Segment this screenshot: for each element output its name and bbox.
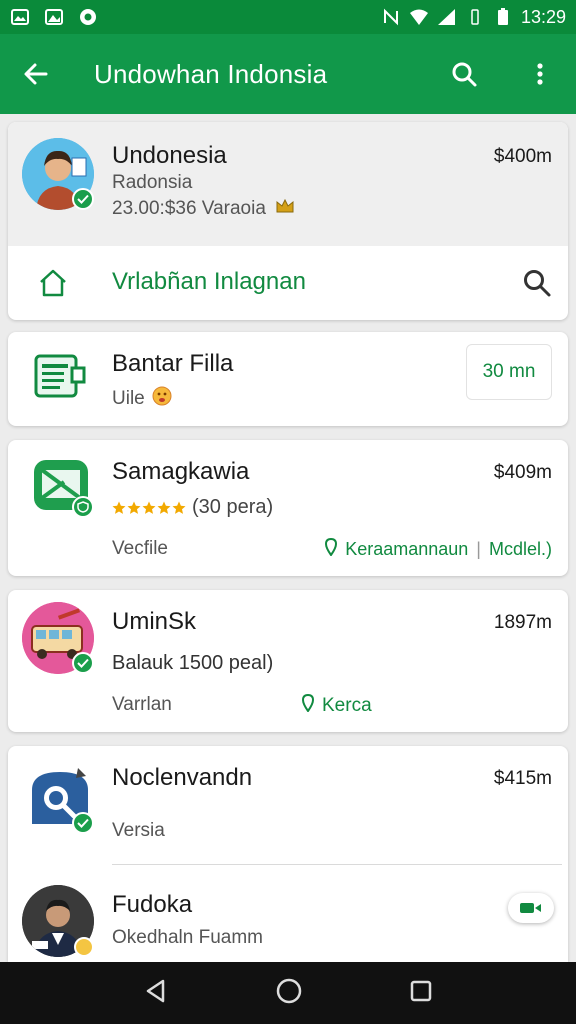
list-group-card: Noclenvandn $415m Versia Fudoka Okedhaln…: [8, 746, 568, 962]
item-footer-left: Vecfile: [112, 538, 168, 559]
item-title: Samagkawia: [112, 458, 250, 485]
item-link-secondary[interactable]: Mcdlel.): [489, 539, 552, 560]
star-icon: [142, 501, 156, 514]
video-icon[interactable]: [508, 893, 554, 923]
home-icon[interactable]: [38, 268, 68, 303]
rating-count: (30 pera): [192, 496, 274, 518]
search-row-label: Vrlabñan Inlagnan: [112, 268, 306, 295]
back-triangle-icon[interactable]: [143, 978, 169, 1009]
star-icon: [127, 501, 141, 514]
nfc-icon: [381, 8, 401, 26]
item-link[interactable]: Keraamannaun: [345, 539, 468, 560]
item-subtitle: Okedhaln Fuamm: [112, 927, 264, 948]
item-subtitle: Balauk 1500 peal): [112, 652, 274, 674]
signal-icon: [437, 8, 457, 26]
battery-icon: [493, 8, 513, 26]
status-time: 13:29: [520, 6, 566, 27]
item-link[interactable]: Kerca: [322, 695, 372, 717]
location-pin-icon: [325, 537, 338, 561]
crown-icon: [275, 198, 295, 220]
duration-badge[interactable]: 30 mn: [466, 344, 552, 400]
footer-separator: |: [476, 539, 481, 559]
app-bar: Undowhan Indonsia: [0, 34, 576, 114]
image-icon: [44, 8, 64, 26]
item-subtitle: Uile: [112, 386, 172, 412]
profile-card[interactable]: Undonesia $400m Radonsia 23.00:$36 Varao…: [8, 122, 568, 320]
location-pin-icon: [301, 693, 315, 718]
item-title: Noclenvandn: [112, 764, 253, 791]
search-icon[interactable]: [522, 268, 552, 303]
verified-check-icon: [72, 812, 94, 834]
item-title: UminSk: [112, 608, 197, 635]
rating-row: (30 pera): [112, 496, 273, 519]
profile-detail: 23.00:$36 Varaoia: [112, 198, 295, 220]
system-nav-bar: [0, 962, 576, 1024]
search-icon[interactable]: [446, 56, 482, 92]
status-dot-icon: [74, 937, 94, 957]
item-price: $415m: [493, 768, 552, 789]
item-price: 1897m: [493, 612, 552, 633]
gallery-icon: [10, 8, 30, 26]
list-item[interactable]: Fudoka Okedhaln Fuamm: [8, 865, 568, 962]
duration-badge-label: 30 mn: [482, 361, 536, 382]
item-footer-right: Keraamannaun | Mcdlel.): [325, 537, 552, 561]
item-subtitle: Versia: [112, 820, 165, 841]
verified-check-icon: [72, 188, 94, 210]
star-icon: [112, 501, 126, 514]
record-icon: [78, 8, 98, 26]
star-icon: [172, 501, 186, 514]
document-icon: [32, 352, 88, 405]
page-title: Undowhan Indonsia: [94, 58, 328, 89]
profile-name: Undonesia: [112, 142, 227, 169]
more-vert-icon[interactable]: [522, 56, 558, 92]
recents-square-icon[interactable]: [409, 979, 433, 1008]
status-bar: 13:29: [0, 0, 576, 34]
verified-check-icon: [72, 652, 94, 674]
item-footer-link-group[interactable]: Kerca: [301, 693, 372, 718]
item-title: Fudoka: [112, 891, 193, 918]
list-item[interactable]: Noclenvandn $415m Versia: [8, 746, 568, 864]
list-item[interactable]: UminSk 1897m Balauk 1500 peal) Varrlan K…: [8, 590, 568, 732]
back-arrow-icon[interactable]: [18, 56, 54, 92]
list-item[interactable]: Samagkawia $409m (30 pera) Vecfile Keraa…: [8, 440, 568, 576]
star-icon: [157, 501, 171, 514]
vibrate-icon: [465, 8, 485, 26]
profile-search-row[interactable]: Vrlabñan Inlagnan: [8, 246, 568, 320]
emoji-face-icon: [152, 386, 172, 412]
profile-price: $400m: [493, 146, 552, 167]
star-rating: [112, 501, 186, 515]
item-footer-left: Varrlan: [112, 694, 172, 715]
profile-subtitle: Radonsia: [112, 172, 193, 193]
list-item[interactable]: Bantar Filla Uile 30 mn: [8, 332, 568, 426]
item-title: Bantar Filla: [112, 350, 234, 377]
verified-shield-icon: [72, 496, 94, 518]
wifi-icon: [409, 8, 429, 26]
home-circle-icon[interactable]: [275, 977, 303, 1010]
item-price: $409m: [493, 462, 552, 483]
